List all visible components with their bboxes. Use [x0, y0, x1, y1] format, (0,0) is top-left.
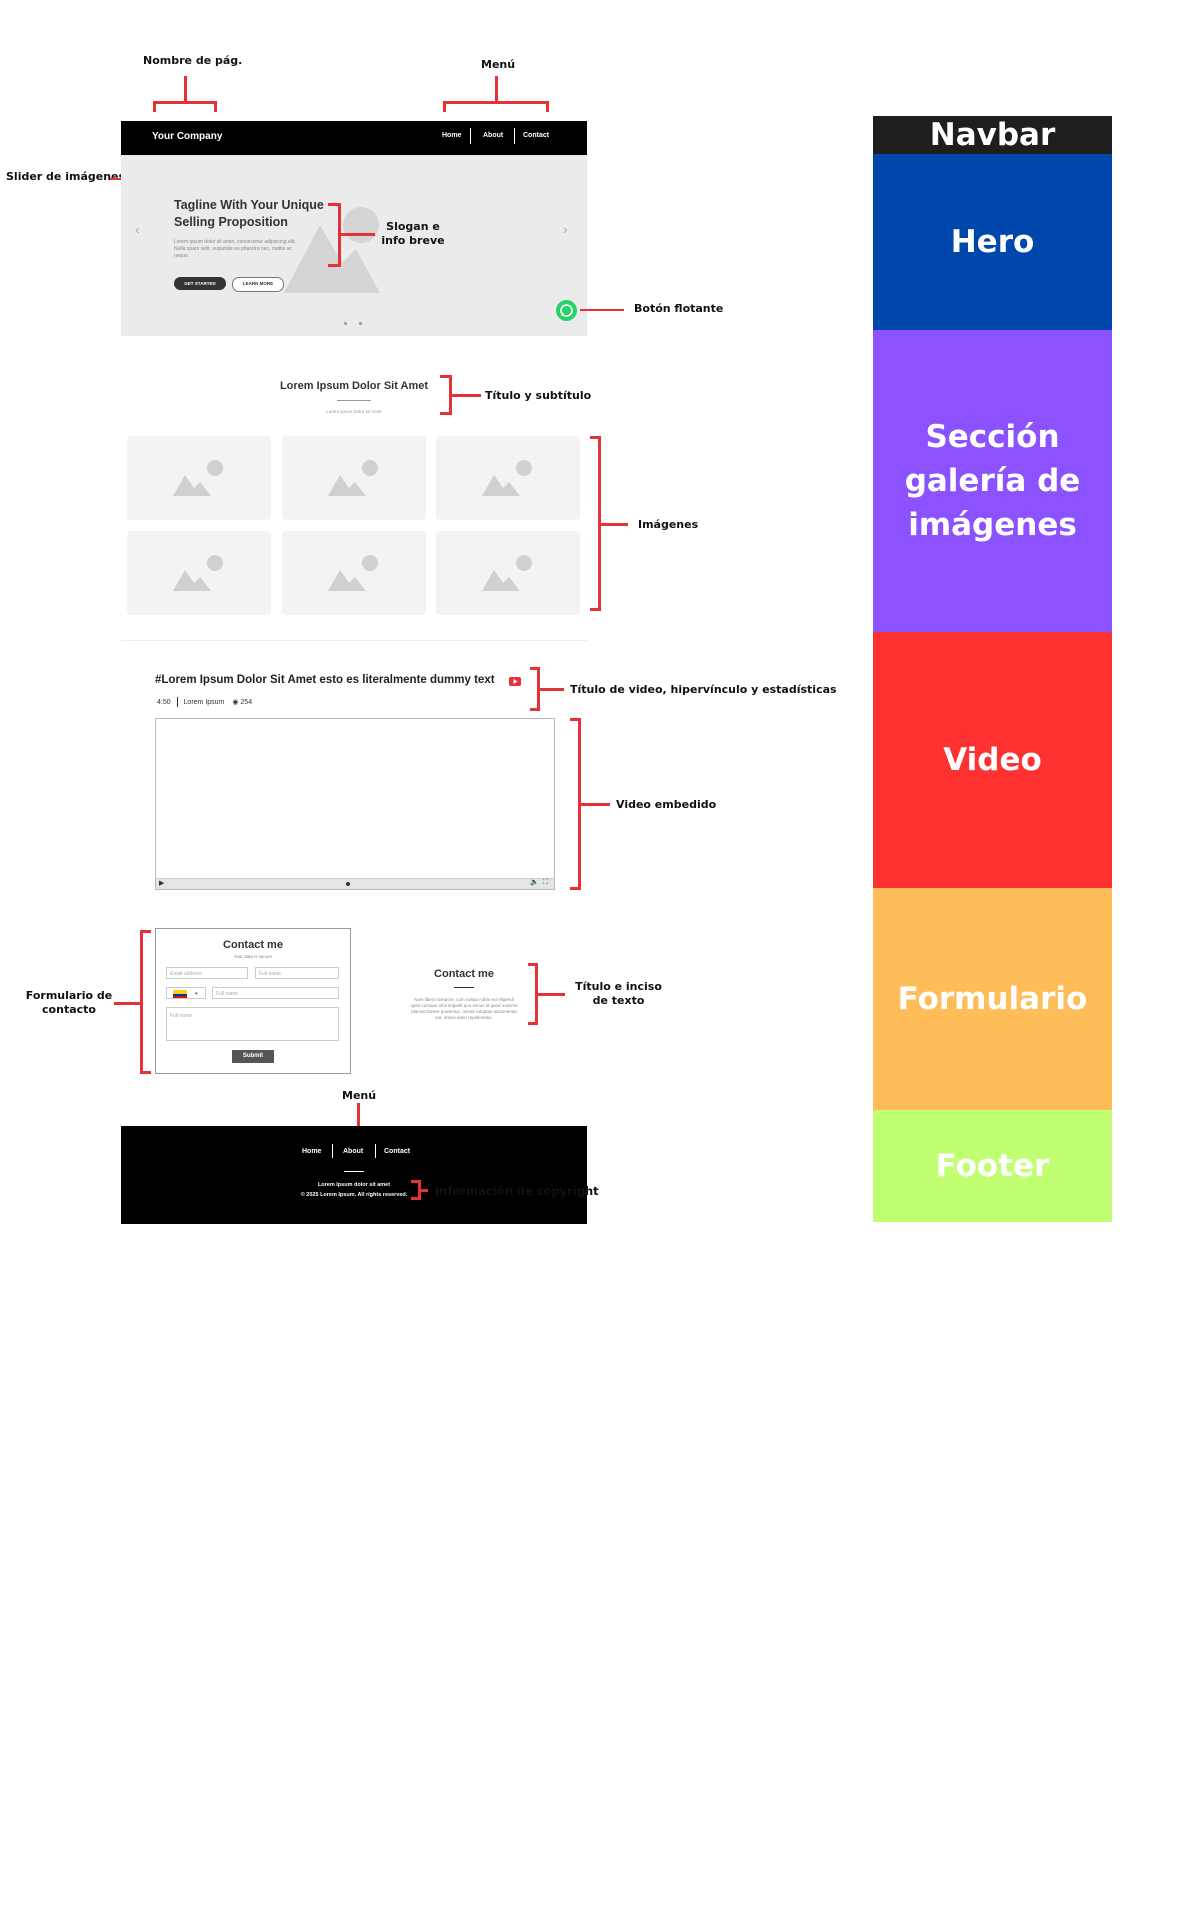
name-field[interactable]: Full name [255, 967, 339, 979]
form-title: Contact me [223, 939, 283, 951]
gallery-title-divider [337, 400, 371, 401]
fullscreen-icon[interactable]: ⛶ [543, 879, 548, 887]
message-field[interactable]: Full name [166, 1007, 339, 1041]
annotation-floating-button: Botón flotante [634, 302, 724, 315]
video-views: 254 [240, 698, 253, 706]
video-controls: ▶ 🔈 ⛶ [156, 878, 554, 889]
annotation-slider: Slider de imágenes [6, 170, 126, 183]
slider-dot[interactable] [359, 322, 362, 325]
get-started-button[interactable]: GET STARTED [174, 277, 226, 290]
form-subtitle: Your data is secure [233, 954, 273, 959]
video-author: Lorem Ipsum [183, 698, 225, 706]
phone-field[interactable]: Full name [212, 987, 339, 999]
gallery-image[interactable] [436, 436, 580, 520]
gallery-image[interactable] [282, 436, 426, 520]
footer-nav-home[interactable]: Home [302, 1148, 321, 1155]
nav-contact[interactable]: Contact [523, 132, 549, 139]
nav-divider [470, 128, 471, 144]
embedded-video-player[interactable]: ▶ 🔈 ⛶ [155, 718, 555, 890]
hero-text: Lorem ipsum dolor sit amet, consectetur … [174, 239, 296, 259]
legend-navbar-label: Navbar [929, 117, 1056, 153]
image-placeholder-icon [173, 460, 223, 496]
annotation-video-title: Título de video, hipervínculo y estadíst… [570, 683, 837, 696]
eye-icon: ◉ [232, 698, 239, 706]
legend-footer: Footer [873, 1110, 1112, 1222]
annotation-menu-footer: Menú [342, 1089, 377, 1102]
image-placeholder-icon [328, 555, 378, 591]
annotation-title-text: Título e inciso de texto [575, 980, 662, 1007]
nav-home[interactable]: Home [442, 132, 461, 139]
hero-tagline: Tagline With Your Unique Selling Proposi… [174, 198, 324, 229]
gallery-subtitle: Lorem ipsum Dolor sit Amet [326, 409, 382, 414]
stats-divider [176, 697, 178, 707]
contact-text: Nam libero tempore, cum soluta nobis est… [410, 997, 518, 1020]
wireframe-hero: ‹ › Tagline With Your Unique Selling Pro… [121, 155, 587, 336]
annotation-images: Imágenes [638, 518, 699, 531]
annotation-slogan: Slogan e info breve [381, 220, 445, 247]
whatsapp-icon[interactable] [556, 300, 577, 321]
legend-gallery: Sección galería de imágenes [873, 330, 1112, 632]
gallery-image[interactable] [436, 531, 580, 615]
annotation-page-name: Nombre de pág. [143, 54, 243, 67]
video-duration: 4:50 [157, 698, 171, 706]
legend-hero-label: Hero [950, 224, 1035, 260]
legend-video-label: Video [943, 742, 1042, 778]
video-title-link[interactable]: #Lorem Ipsum Dolor Sit Amet esto es lite… [155, 674, 495, 686]
wireframe-footer: Home About Contact Lorem Ipsum dolor sit… [121, 1126, 587, 1224]
legend-hero: Hero [873, 154, 1112, 330]
wireframe-navbar: Your Company Home About Contact [121, 121, 587, 155]
learn-more-button[interactable]: LEARN MORE [232, 277, 284, 292]
legend-gallery-label: Sección galería de imágenes [904, 419, 1081, 543]
image-placeholder-icon [328, 460, 378, 496]
video-progress-handle[interactable] [346, 882, 350, 886]
bracket-contact-form [140, 930, 143, 1074]
annotation-title-subtitle: Título y subtítulo [485, 389, 592, 402]
image-placeholder-icon [173, 555, 223, 591]
slider-next-arrow[interactable]: › [563, 221, 568, 237]
gallery-image[interactable] [282, 531, 426, 615]
footer-nav-divider [332, 1144, 333, 1158]
submit-button[interactable]: Submit [232, 1050, 274, 1063]
play-icon[interactable]: ▶ [159, 879, 164, 887]
legend-footer-label: Footer [935, 1148, 1050, 1184]
footer-nav-divider [375, 1144, 376, 1158]
image-placeholder-icon [482, 460, 532, 496]
legend-form-label: Formulario [897, 981, 1088, 1017]
image-placeholder-icon [482, 555, 532, 591]
legend-video: Video [873, 632, 1112, 888]
section-divider [121, 640, 587, 641]
brand-logo[interactable]: Your Company [152, 131, 222, 142]
annotation-copyright: Información de copyright [435, 1184, 599, 1198]
contact-title-divider [454, 987, 474, 988]
country-select[interactable]: ▾ [166, 987, 206, 999]
nav-divider [514, 128, 515, 144]
footer-nav-contact[interactable]: Contact [384, 1148, 410, 1155]
gallery-image[interactable] [127, 531, 271, 615]
gallery-image[interactable] [127, 436, 271, 520]
annotation-contact-form: Formulario de contacto [25, 989, 113, 1016]
arrow-floating-button [580, 309, 624, 311]
footer-divider [344, 1171, 364, 1172]
legend-navbar: Navbar [873, 116, 1112, 154]
youtube-icon[interactable] [509, 677, 521, 686]
annotation-video-embedded: Video embedido [616, 798, 717, 811]
contact-form: Contact me Your data is secure Email add… [155, 928, 351, 1074]
slider-prev-arrow[interactable]: ‹ [135, 221, 140, 237]
volume-icon[interactable]: 🔈 [530, 878, 539, 886]
contact-title: Contact me [434, 968, 494, 980]
email-field[interactable]: Email address [166, 967, 248, 979]
slider-dot[interactable] [344, 322, 347, 325]
annotation-menu-top: Menú [481, 58, 516, 71]
colombia-flag-icon [173, 990, 187, 998]
legend-form: Formulario [873, 888, 1112, 1110]
chevron-down-icon: ▾ [195, 991, 198, 997]
video-stats: 4:50 Lorem Ipsum ◉ 254 [157, 697, 252, 707]
footer-nav-about[interactable]: About [343, 1148, 363, 1155]
nav-about[interactable]: About [483, 132, 503, 139]
